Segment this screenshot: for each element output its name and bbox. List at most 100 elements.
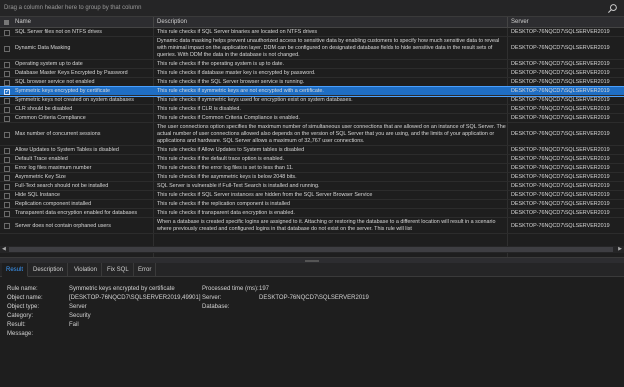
category-value: Security — [69, 313, 91, 319]
table-row[interactable]: Common Criteria Compliance This rule chec… — [0, 114, 624, 123]
rule-name-cell: Asymmetric Key Size — [15, 174, 66, 180]
tab-result[interactable]: Result — [2, 263, 29, 277]
row-checkbox[interactable] — [4, 116, 10, 122]
rule-description-cell: This rule checks if the asymmetric keys … — [157, 174, 297, 180]
server-cell: DESKTOP-76NQCD7\SQLSERVER2019 — [511, 131, 610, 137]
rule-description-cell: This rule checks if the replication comp… — [157, 201, 291, 207]
search-icon[interactable] — [607, 3, 618, 14]
row-checkbox[interactable] — [4, 223, 10, 229]
object-name-value: [DESKTOP-76NQCD7\SQLSERVER2019,49901] — [69, 295, 201, 301]
table-row[interactable]: Dynamic Data Masking Dynamic data masking… — [0, 37, 624, 60]
table-row[interactable]: Server does not contain orphaned users Wh… — [0, 218, 624, 234]
rule-name-cell: CLR should be disabled — [15, 106, 73, 112]
rule-name-cell: Symmetric keys encrypted by certificate — [15, 88, 110, 94]
row-checkbox[interactable] — [4, 202, 10, 208]
table-row[interactable]: Operating system up to date This rule che… — [0, 60, 624, 69]
rule-name-cell: Hide SQL Instance — [15, 192, 61, 198]
column-header-server[interactable]: Server — [511, 19, 529, 25]
table-row[interactable]: Allow Updates to System Tables is disabl… — [0, 146, 624, 155]
row-checkbox[interactable] — [4, 148, 10, 154]
row-checkbox[interactable] — [4, 193, 10, 199]
server-cell: DESKTOP-76NQCD7\SQLSERVER2019 — [511, 201, 610, 207]
rule-description-cell: This rule checks if the operating system… — [157, 61, 285, 67]
rule-description-cell: This rule checks if Common Criteria Comp… — [157, 115, 300, 121]
rule-description-cell: This rule checks if database master key … — [157, 70, 316, 76]
rule-name-cell: Allow Updates to System Tables is disabl… — [15, 147, 119, 153]
rule-description-cell: This rule checks if Allow Updates to Sys… — [157, 147, 305, 153]
scroll-left-icon[interactable]: ◀ — [2, 246, 6, 252]
server-cell: DESKTOP-76NQCD7\SQLSERVER2019 — [511, 174, 610, 180]
table-row[interactable]: Asymmetric Key Size This rule checks if t… — [0, 173, 624, 182]
server-cell: DESKTOP-76NQCD7\SQLSERVER2019 — [511, 165, 610, 171]
server-cell: DESKTOP-76NQCD7\SQLSERVER2019 — [511, 88, 610, 94]
server-cell: DESKTOP-76NQCD7\SQLSERVER2019 — [511, 147, 610, 153]
table-row[interactable]: Symmetric keys encrypted by certificate T… — [0, 86, 624, 97]
row-checkbox[interactable] — [4, 62, 10, 68]
detail-tabs: Result Description Violation Fix SQL Err… — [0, 263, 624, 277]
row-checkbox[interactable] — [4, 71, 10, 77]
row-checkbox[interactable] — [4, 30, 10, 36]
horizontal-scrollbar[interactable]: ◀ ▶ — [0, 246, 624, 253]
rule-name-cell: Transparent data encryption enabled for … — [15, 210, 138, 216]
table-row[interactable]: Error log files maximum number This rule … — [0, 164, 624, 173]
rules-grid[interactable]: Name Description Server SQL Server files… — [0, 17, 624, 257]
table-row[interactable]: Transparent data encryption enabled for … — [0, 209, 624, 218]
table-row[interactable]: Hide SQL Instance This rule checks if SQL… — [0, 191, 624, 200]
table-row[interactable]: Max number of concurrent sessions The use… — [0, 123, 624, 146]
rule-name-label: Rule name: — [7, 286, 38, 292]
column-header-description[interactable]: Description — [157, 19, 187, 25]
row-checkbox[interactable] — [4, 132, 10, 138]
row-checkbox[interactable] — [4, 98, 10, 104]
rule-name-cell: SQL Server files not on NTFS drives — [15, 29, 102, 35]
table-row[interactable]: Default Trace enabled This rule checks if… — [0, 155, 624, 164]
table-row[interactable]: Full-Text search should not be installed… — [0, 182, 624, 191]
tab-fix-sql[interactable]: Fix SQL — [103, 263, 134, 277]
processed-time-label: Processed time (ms): — [202, 286, 259, 292]
select-all-checkbox[interactable] — [4, 20, 9, 25]
server-cell: DESKTOP-76NQCD7\SQLSERVER2019 — [511, 156, 610, 162]
table-row[interactable]: Symmetric keys not created on system dat… — [0, 96, 624, 105]
table-row[interactable]: SQL browser service not enabled This rule… — [0, 78, 624, 87]
row-checkbox[interactable] — [4, 175, 10, 181]
server-cell: DESKTOP-76NQCD7\SQLSERVER2019 — [511, 115, 610, 121]
row-checkbox[interactable] — [4, 157, 10, 163]
row-checkbox[interactable] — [4, 80, 10, 86]
table-row[interactable]: CLR should be disabled This rule checks i… — [0, 105, 624, 114]
scrollbar-thumb[interactable] — [9, 247, 613, 252]
server-cell: DESKTOP-76NQCD7\SQLSERVER2019 — [511, 210, 610, 216]
group-by-hint: Drag a column header here to group by th… — [4, 5, 142, 11]
grid-rows: SQL Server files not on NTFS drives This … — [0, 28, 624, 234]
rule-name-cell: Full-Text search should not be installed — [15, 183, 109, 189]
rule-description-cell: This rule checks if CLR is disabled. — [157, 106, 241, 112]
row-checkbox[interactable] — [4, 184, 10, 190]
server-label: Server: — [202, 295, 222, 301]
column-header-name[interactable]: Name — [15, 19, 31, 25]
table-row[interactable]: SQL Server files not on NTFS drives This … — [0, 28, 624, 37]
server-cell: DESKTOP-76NQCD7\SQLSERVER2019 — [511, 29, 610, 35]
row-checkbox[interactable] — [4, 46, 10, 52]
scroll-right-icon[interactable]: ▶ — [618, 246, 622, 252]
tab-violation[interactable]: Violation — [70, 263, 102, 277]
row-checkbox[interactable] — [4, 166, 10, 172]
server-cell: DESKTOP-76NQCD7\SQLSERVER2019 — [511, 61, 610, 67]
row-checkbox[interactable] — [4, 107, 10, 113]
column-separator[interactable] — [153, 17, 154, 28]
rule-description-cell: This rule checks if the default trace op… — [157, 156, 285, 162]
column-separator[interactable] — [507, 17, 508, 28]
group-by-bar[interactable]: Drag a column header here to group by th… — [0, 0, 624, 17]
table-row[interactable]: Replication component installed This rule… — [0, 200, 624, 209]
rule-description-cell: This rule checks if SQL Server binaries … — [157, 29, 318, 35]
tab-description[interactable]: Description — [29, 263, 69, 277]
splitter-grip-icon[interactable] — [305, 260, 319, 262]
processed-time-value: 197 — [259, 286, 270, 292]
rule-description-cell: This rule checks if the error log files … — [157, 165, 294, 171]
row-checkbox[interactable] — [4, 88, 10, 95]
rule-name-cell: Dynamic Data Masking — [15, 45, 71, 51]
rule-name-cell: SQL browser service not enabled — [15, 79, 95, 85]
table-row[interactable]: Database Master Keys Encrypted by Passwo… — [0, 69, 624, 78]
rule-description-cell: This rule checks if symmetric keys used … — [157, 97, 353, 103]
result-value: Fail — [69, 322, 79, 328]
tab-error[interactable]: Error — [134, 263, 157, 277]
row-checkbox[interactable] — [4, 211, 10, 217]
rule-name-cell: Replication component installed — [15, 201, 92, 207]
